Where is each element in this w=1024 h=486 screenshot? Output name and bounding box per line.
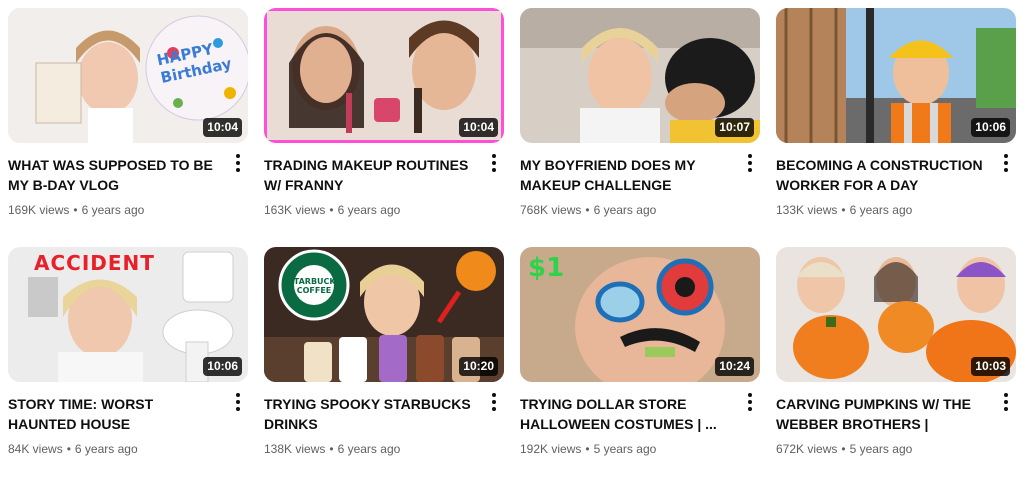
video-card[interactable]: STARBUCKS COFFEE 10:20 TRYING SPOOKY STA…: [264, 247, 504, 486]
video-grid: HAPPY Birthday 10:04 WHAT WAS SUPPOSED T…: [8, 8, 1016, 486]
video-card[interactable]: HAPPY Birthday 10:04 WHAT WAS SUPPOSED T…: [8, 8, 248, 247]
upload-age: 6 years ago: [74, 442, 138, 456]
video-stats: 192K views • 5 years ago: [520, 440, 734, 458]
video-title[interactable]: TRYING DOLLAR STORE HALLOWEEN COSTUMES |…: [520, 394, 734, 434]
upload-age: 5 years ago: [593, 442, 657, 456]
video-card[interactable]: 10:07 MY BOYFRIEND DOES MY MAKEUP CHALLE…: [520, 8, 760, 247]
video-title[interactable]: TRYING SPOOKY STARBUCKS DRINKS: [264, 394, 478, 434]
separator: •: [329, 442, 334, 456]
more-options-icon[interactable]: [740, 390, 760, 414]
video-thumbnail[interactable]: ACCIDENT 10:06: [8, 247, 248, 382]
view-count: 192K views: [520, 442, 582, 456]
video-details: WHAT WAS SUPPOSED TO BE MY B-DAY VLOG 16…: [8, 143, 248, 219]
video-thumbnail[interactable]: 10:03: [776, 247, 1016, 382]
separator: •: [585, 203, 590, 217]
upload-age: 6 years ago: [337, 442, 401, 456]
more-options-icon[interactable]: [228, 390, 248, 414]
more-options-icon[interactable]: [484, 390, 504, 414]
video-details: CARVING PUMPKINS W/ THE WEBBER BROTHERS …: [776, 382, 1016, 458]
separator: •: [585, 442, 590, 456]
video-title[interactable]: STORY TIME: WORST HAUNTED HOUSE EXPERIEN…: [8, 394, 222, 434]
video-thumbnail[interactable]: 10:06: [776, 8, 1016, 143]
view-count: 768K views: [520, 203, 582, 217]
view-count: 133K views: [776, 203, 838, 217]
view-count: 672K views: [776, 442, 838, 456]
video-duration: 10:03: [971, 357, 1010, 376]
video-details: TRADING MAKEUP ROUTINES W/ FRANNY 163K v…: [264, 143, 504, 219]
video-card[interactable]: $1 10:24 TRYING DOLLAR STORE HALLOWEEN C…: [520, 247, 760, 486]
upload-age: 6 years ago: [81, 203, 145, 217]
video-title[interactable]: CARVING PUMPKINS W/ THE WEBBER BROTHERS …: [776, 394, 990, 434]
video-card[interactable]: 10:04 TRADING MAKEUP ROUTINES W/ FRANNY …: [264, 8, 504, 247]
video-stats: 133K views • 6 years ago: [776, 201, 990, 219]
video-thumbnail[interactable]: STARBUCKS COFFEE 10:20: [264, 247, 504, 382]
video-duration: 10:20: [459, 357, 498, 376]
video-card[interactable]: 10:06 BECOMING A CONSTRUCTION WORKER FOR…: [776, 8, 1016, 247]
view-count: 163K views: [264, 203, 326, 217]
video-duration: 10:04: [203, 118, 242, 137]
separator: •: [329, 203, 334, 217]
video-thumbnail[interactable]: 10:07: [520, 8, 760, 143]
view-count: 138K views: [264, 442, 326, 456]
video-stats: 163K views • 6 years ago: [264, 201, 478, 219]
upload-age: 6 years ago: [337, 203, 401, 217]
video-stats: 672K views • 5 years ago: [776, 440, 990, 458]
video-title[interactable]: BECOMING A CONSTRUCTION WORKER FOR A DAY: [776, 155, 990, 195]
view-count: 84K views: [8, 442, 63, 456]
video-thumbnail[interactable]: $1 10:24: [520, 247, 760, 382]
thumbnail-caption: ACCIDENT: [34, 251, 155, 275]
video-stats: 84K views • 6 years ago: [8, 440, 222, 458]
video-card[interactable]: ACCIDENT 10:06 STORY TIME: WORST HAUNTED…: [8, 247, 248, 486]
separator: •: [841, 203, 846, 217]
upload-age: 5 years ago: [849, 442, 913, 456]
video-title[interactable]: MY BOYFRIEND DOES MY MAKEUP CHALLENGE: [520, 155, 734, 195]
more-options-icon[interactable]: [996, 390, 1016, 414]
video-card[interactable]: 10:03 CARVING PUMPKINS W/ THE WEBBER BRO…: [776, 247, 1016, 486]
view-count: 169K views: [8, 203, 70, 217]
upload-age: 6 years ago: [593, 203, 657, 217]
video-details: MY BOYFRIEND DOES MY MAKEUP CHALLENGE 76…: [520, 143, 760, 219]
thumbnail-caption: STARBUCKS COFFEE: [288, 277, 342, 295]
more-options-icon[interactable]: [228, 151, 248, 175]
video-stats: 169K views • 6 years ago: [8, 201, 222, 219]
video-stats: 768K views • 6 years ago: [520, 201, 734, 219]
video-title[interactable]: TRADING MAKEUP ROUTINES W/ FRANNY: [264, 155, 478, 195]
video-duration: 10:07: [715, 118, 754, 137]
video-title[interactable]: WHAT WAS SUPPOSED TO BE MY B-DAY VLOG: [8, 155, 222, 195]
thumbnail-caption: $1: [528, 253, 565, 283]
separator: •: [73, 203, 78, 217]
video-duration: 10:24: [715, 357, 754, 376]
video-stats: 138K views • 6 years ago: [264, 440, 478, 458]
more-options-icon[interactable]: [740, 151, 760, 175]
video-details: STORY TIME: WORST HAUNTED HOUSE EXPERIEN…: [8, 382, 248, 458]
upload-age: 6 years ago: [849, 203, 913, 217]
video-duration: 10:06: [971, 118, 1010, 137]
separator: •: [841, 442, 846, 456]
video-details: TRYING DOLLAR STORE HALLOWEEN COSTUMES |…: [520, 382, 760, 458]
video-thumbnail[interactable]: HAPPY Birthday 10:04: [8, 8, 248, 143]
video-duration: 10:06: [203, 357, 242, 376]
video-details: TRYING SPOOKY STARBUCKS DRINKS 138K view…: [264, 382, 504, 458]
video-duration: 10:04: [459, 118, 498, 137]
separator: •: [66, 442, 71, 456]
video-details: BECOMING A CONSTRUCTION WORKER FOR A DAY…: [776, 143, 1016, 219]
video-thumbnail[interactable]: 10:04: [264, 8, 504, 143]
more-options-icon[interactable]: [996, 151, 1016, 175]
more-options-icon[interactable]: [484, 151, 504, 175]
